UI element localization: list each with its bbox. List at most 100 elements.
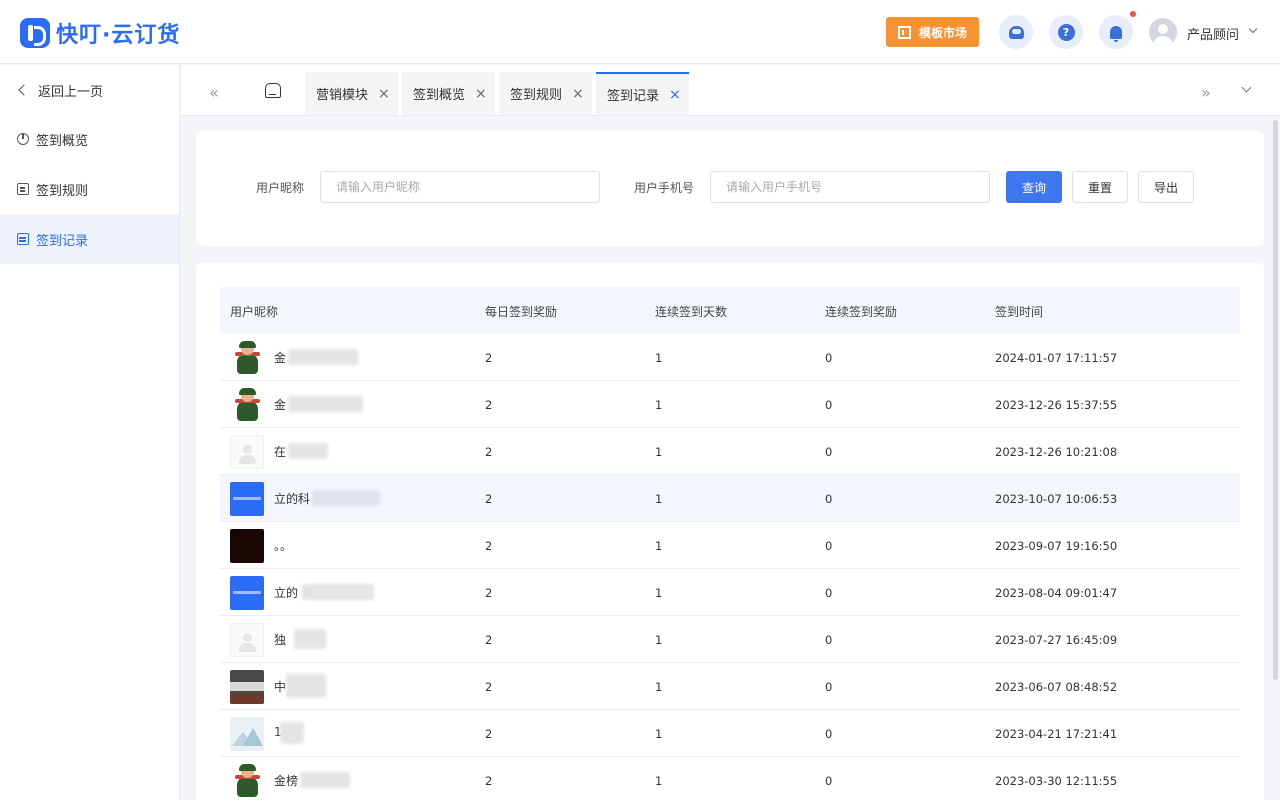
- customer-service-icon: [1008, 25, 1024, 39]
- user-avatar: [230, 435, 264, 469]
- customer-service-button[interactable]: [999, 15, 1033, 49]
- query-button[interactable]: 查询: [1006, 171, 1062, 203]
- app-logo[interactable]: 快叮·云订货: [20, 17, 180, 49]
- export-button[interactable]: 导出: [1138, 171, 1194, 203]
- signin-time: 2024-01-07 17:11:57: [995, 351, 1118, 365]
- daily-reward: 2: [485, 680, 493, 694]
- table-row[interactable]: 金 2 1 0 2024-01-07 17:11:57: [220, 334, 1240, 381]
- user-nickname: 中: [274, 680, 287, 694]
- daily-reward: 2: [485, 398, 493, 412]
- table-row[interactable]: 金 2 1 0 2023-12-26 15:37:55: [220, 381, 1240, 428]
- table-row[interactable]: 金榜 2 1 0 2023-03-30 12:11:55: [220, 757, 1240, 800]
- user-avatar: [230, 717, 264, 751]
- consecutive-days: 1: [655, 492, 663, 506]
- signin-time: 2023-06-07 08:48:52: [995, 680, 1118, 694]
- template-market-button[interactable]: 模板市场: [886, 17, 979, 47]
- consecutive-days: 1: [655, 680, 663, 694]
- tab-label: 签到规则: [510, 88, 563, 103]
- user-nickname: 立的科: [274, 492, 311, 506]
- redaction-blur: [288, 349, 358, 365]
- records-table: 用户昵称 每日签到奖励 连续签到天数 连续签到奖励 签到时间 金 2 1 0 2…: [196, 263, 1264, 800]
- consecutive-reward: 0: [825, 351, 833, 365]
- close-icon[interactable]: ×: [378, 86, 390, 102]
- table-row[interactable]: 在 2 1 0 2023-12-26 10:21:08: [220, 428, 1240, 475]
- phone-label: 用户手机号: [634, 181, 695, 195]
- tabs-prev-icon[interactable]: «: [209, 83, 219, 102]
- consecutive-days: 1: [655, 727, 663, 741]
- filter-panel: 用户昵称 用户手机号 查询 重置 导出: [196, 131, 1264, 246]
- sidebar-item-records[interactable]: 签到记录: [0, 214, 179, 264]
- consecutive-days: 1: [655, 774, 663, 788]
- close-icon[interactable]: ×: [669, 87, 681, 103]
- vertical-scrollbar[interactable]: [1271, 116, 1280, 800]
- consecutive-reward: 0: [825, 680, 833, 694]
- redaction-blur: [312, 490, 380, 506]
- column-header: 签到时间: [995, 305, 1044, 319]
- consecutive-reward: 0: [825, 586, 833, 600]
- daily-reward: 2: [485, 633, 493, 647]
- table-row[interactable]: 立的 2 1 0 2023-08-04 09:01:47: [220, 569, 1240, 616]
- column-header: 连续签到天数: [655, 305, 728, 319]
- user-avatar: [230, 482, 264, 516]
- table-row[interactable]: 。。 2 1 0 2023-09-07 19:16:50: [220, 522, 1240, 569]
- consecutive-days: 1: [655, 586, 663, 600]
- tab-rules[interactable]: 签到规则 ×: [499, 72, 592, 115]
- signin-time: 2023-12-26 15:37:55: [995, 398, 1118, 412]
- consecutive-reward: 0: [825, 445, 833, 459]
- reset-button[interactable]: 重置: [1072, 171, 1128, 203]
- calendar-icon: [17, 233, 29, 245]
- chevron-down-icon[interactable]: [1248, 24, 1258, 34]
- tabs-next-icon[interactable]: »: [1201, 83, 1211, 102]
- sidebar-item-label: 签到规则: [36, 183, 89, 199]
- user-avatar: [230, 623, 264, 657]
- close-icon[interactable]: ×: [475, 86, 487, 102]
- consecutive-reward: 0: [825, 727, 833, 741]
- redaction-blur: [288, 443, 328, 459]
- tab-records[interactable]: 签到记录 ×: [596, 72, 689, 115]
- table-header: 用户昵称 每日签到奖励 连续签到天数 连续签到奖励 签到时间: [220, 287, 1240, 334]
- consecutive-days: 1: [655, 351, 663, 365]
- consecutive-days: 1: [655, 633, 663, 647]
- daily-reward: 2: [485, 586, 493, 600]
- user-nickname: 金: [274, 398, 287, 412]
- signin-time: 2023-09-07 19:16:50: [995, 539, 1118, 553]
- template-icon: [897, 25, 911, 39]
- table-row[interactable]: 中 2 1 0 2023-06-07 08:48:52: [220, 663, 1240, 710]
- table-row[interactable]: 1 2 1 0 2023-04-21 17:21:41: [220, 710, 1240, 757]
- consecutive-reward: 0: [825, 539, 833, 553]
- close-icon[interactable]: ×: [572, 86, 584, 102]
- table-row[interactable]: 独 2 1 0 2023-07-27 16:45:09: [220, 616, 1240, 663]
- tab-overview[interactable]: 签到概览 ×: [402, 72, 495, 115]
- sidebar-item-overview[interactable]: 签到概览: [0, 114, 179, 164]
- user-nickname: 金榜: [274, 774, 299, 788]
- consecutive-reward: 0: [825, 398, 833, 412]
- consecutive-days: 1: [655, 445, 663, 459]
- signin-time: 2023-08-04 09:01:47: [995, 586, 1118, 600]
- nickname-input[interactable]: [320, 171, 600, 203]
- tab-label: 营销模块: [316, 88, 369, 103]
- notification-button[interactable]: [1099, 15, 1133, 49]
- table-row[interactable]: 立的科 2 1 0 2023-10-07 10:06:53: [220, 475, 1240, 522]
- phone-input[interactable]: [710, 171, 990, 203]
- user-avatar: [230, 388, 264, 422]
- sidebar-item-rules[interactable]: 签到规则: [0, 164, 179, 214]
- redaction-blur: [294, 629, 326, 649]
- back-link[interactable]: 返回上一页: [0, 65, 179, 115]
- user-avatar[interactable]: [1149, 18, 1177, 46]
- chevron-down-icon[interactable]: [1241, 82, 1252, 93]
- notification-dot: [1130, 11, 1136, 17]
- tab-label: 签到概览: [413, 88, 466, 103]
- daily-reward: 2: [485, 727, 493, 741]
- back-label: 返回上一页: [38, 84, 104, 100]
- tab-marketing[interactable]: 营销模块 ×: [305, 72, 398, 115]
- user-name[interactable]: 产品顾问: [1187, 24, 1239, 43]
- signin-time: 2023-03-30 12:11:55: [995, 774, 1118, 788]
- daily-reward: 2: [485, 351, 493, 365]
- tab-label: 签到记录: [607, 89, 660, 104]
- home-icon[interactable]: [265, 83, 281, 98]
- redaction-blur: [300, 772, 350, 788]
- daily-reward: 2: [485, 539, 493, 553]
- user-nickname: 金: [274, 351, 287, 365]
- scrollbar-thumb[interactable]: [1273, 120, 1278, 680]
- help-button[interactable]: ?: [1049, 15, 1083, 49]
